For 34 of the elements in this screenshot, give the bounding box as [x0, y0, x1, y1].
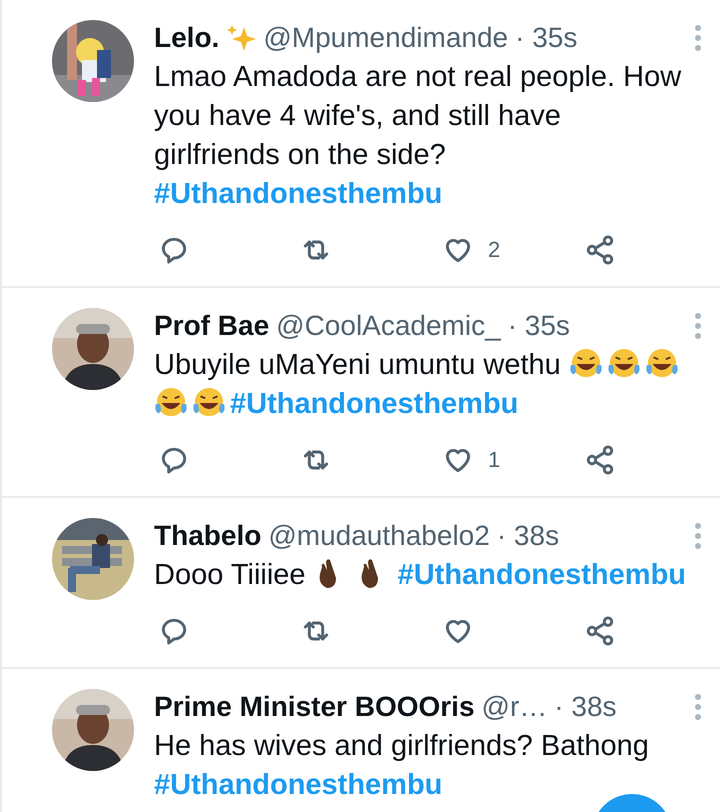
- like-button[interactable]: 1: [442, 444, 500, 476]
- tweet-text: Dooo Tiiiiee #Uthandonesthembu: [154, 557, 686, 593]
- user-handle: @mudauthabelo2: [268, 519, 490, 553]
- laughing-emoji-icon: [644, 348, 679, 380]
- tweet-time: · 38s: [496, 519, 560, 553]
- tweet-text: Lmao Amadoda are not real people. How you have 4 wife's, and still have girlfriends on the side? #Uthandonesthembu: [154, 60, 682, 212]
- user-handle: @CoolAcademic_: [276, 309, 501, 343]
- user-name: Prof Bae: [154, 309, 270, 343]
- tweet-time: · 38s: [554, 690, 617, 724]
- laughing-emoji-icon: [568, 348, 603, 380]
- laughing-emoji-icon: [154, 387, 188, 419]
- hashtag-link[interactable]: #Uthandonesthembu: [154, 178, 442, 210]
- hashtag-link[interactable]: #Uthandonesthembu: [230, 388, 518, 420]
- tweet-text: He has wives and girlfriends? Bathong #Uthandonesthembu: [154, 729, 649, 803]
- sparkle-icon: [226, 23, 256, 53]
- user-handle: @Mpumendimande: [263, 21, 508, 55]
- laughing-emoji-icon: [192, 387, 226, 419]
- hashtag-link[interactable]: #Uthandonesthembu: [154, 769, 442, 801]
- share-button[interactable]: [584, 615, 616, 647]
- like-button[interactable]: 2: [442, 234, 500, 266]
- user-name: Prime Minister BOOOris: [154, 690, 475, 724]
- user-name: Thabelo: [154, 519, 262, 553]
- share-button[interactable]: [584, 444, 616, 476]
- tweet-time: · 35s: [508, 309, 570, 343]
- laughing-emoji-icon: [606, 348, 641, 380]
- tweet-text: Ubuyile uMaYeni umuntu wethu #Uthandonesthembu: [154, 346, 690, 424]
- hashtag-link[interactable]: #Uthandonesthembu: [398, 559, 686, 591]
- user-name: Lelo.: [154, 21, 220, 55]
- share-icon: [584, 444, 616, 476]
- share-button[interactable]: [584, 234, 616, 266]
- user-handle: @r…: [482, 690, 548, 724]
- tweet-time: · 35s: [515, 21, 578, 55]
- share-icon: [584, 234, 616, 266]
- share-icon: [584, 615, 616, 647]
